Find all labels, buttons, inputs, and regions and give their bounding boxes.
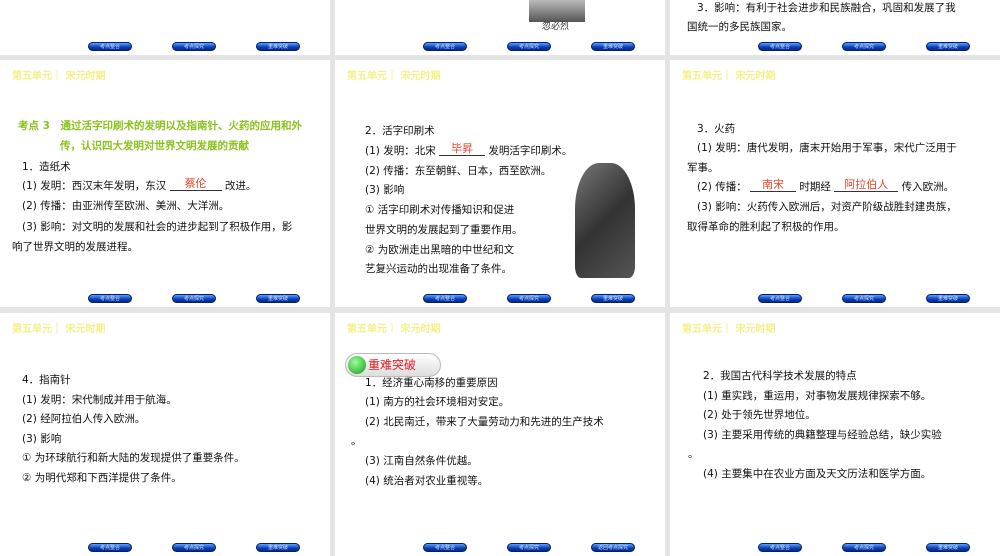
text-line: (3) 影响：对文明的发展和社会的进步起到了积极作用，影 bbox=[22, 221, 293, 233]
text-line: (2) 传播：由亚洲传至欧洲、美洲、大洋洲。 bbox=[22, 200, 230, 212]
nav-button[interactable]: 考点整合 bbox=[423, 42, 467, 51]
text-line: 2．活字印刷术 bbox=[365, 125, 435, 137]
text-line: 4．指南针 bbox=[22, 374, 71, 386]
text-line: (1) 发明：宋代制成并用于航海。 bbox=[22, 394, 177, 406]
nav-button[interactable]: 考点整合 bbox=[423, 543, 467, 552]
text-line: 军事。 bbox=[687, 162, 719, 174]
nav-button[interactable]: 重难突破 bbox=[256, 294, 300, 303]
unit-header: 第五单元｜ 宋元时期 bbox=[682, 324, 776, 335]
unit-header: 第五单元｜ 宋元时期 bbox=[12, 324, 106, 335]
portrait-image bbox=[529, 0, 585, 22]
text-line: ① 活字印刷术对传播知识和促进 bbox=[365, 204, 515, 216]
nav-button[interactable]: 考点探究 bbox=[172, 294, 216, 303]
nav-button[interactable]: 重难突破 bbox=[591, 294, 635, 303]
image-caption: 忽必烈 bbox=[542, 22, 570, 32]
text-line: 3．影响：有利于社会进步和民族融合，巩固和发展了我 bbox=[697, 2, 956, 14]
text-line: (1) 发明：唐代发明，唐末开始用于军事，宋代广泛用于 bbox=[697, 142, 957, 154]
slide-top-mid: 忽必烈 考点整合 考点探究 重难突破 bbox=[335, 0, 665, 55]
nav-button[interactable]: 重难突破 bbox=[591, 42, 635, 51]
nav-button[interactable]: 考点探究 bbox=[172, 543, 216, 552]
text-line: 国统一的多民族国家。 bbox=[687, 21, 792, 33]
text-line: 取得革命的胜利起了积极的作用。 bbox=[687, 221, 845, 233]
text-line: (1) 发明：北宋 毕昇 发明活字印刷术。 bbox=[365, 142, 573, 157]
text-line: ② 为明代郑和下西洋提供了条件。 bbox=[22, 472, 182, 484]
slide-compass: 第五单元｜ 宋元时期 4．指南针 (1) 发明：宋代制成并用于航海。 (2) 经… bbox=[0, 313, 330, 556]
slide-printing: 第五单元｜ 宋元时期 2．活字印刷术 (1) 发明：北宋 毕昇 发明活字印刷术。… bbox=[335, 60, 665, 307]
text-line: 。 bbox=[351, 435, 362, 447]
text-line: (4) 主要集中在农业方面及天文历法和医学方面。 bbox=[703, 468, 932, 480]
text-line: 艺复兴运动的出现准备了条件。 bbox=[365, 263, 512, 275]
section-title: 传，认识四大发明对世界文明发展的贡献 bbox=[60, 140, 249, 152]
text-line: 世界文明的发展起到了重要作用。 bbox=[365, 224, 523, 236]
text-line: (2) 传播：东至朝鲜、日本，西至欧洲。 bbox=[365, 165, 552, 177]
unit-header: 第五单元｜ 宋元时期 bbox=[12, 71, 106, 82]
slide-tech-features: 第五单元｜ 宋元时期 2．我国古代科学技术发展的特点 (1) 重实践，重运用，对… bbox=[670, 313, 1000, 556]
text-line: ① 为环球航行和新大陆的发现提供了重要条件。 bbox=[22, 452, 245, 464]
unit-header: 第五单元｜ 宋元时期 bbox=[347, 324, 441, 335]
nav-button[interactable]: 考点探究 bbox=[842, 294, 886, 303]
text-line: (2) 经阿拉伯人传入欧洲。 bbox=[22, 413, 146, 425]
nav-button[interactable]: 考点整合 bbox=[758, 543, 802, 552]
text-line: (1) 南方的社会环境相对安定。 bbox=[365, 396, 510, 408]
text-line: (2) 北民南迁，带来了大量劳动力和先进的生产技术 bbox=[365, 416, 604, 428]
nav-button[interactable]: 重难突破 bbox=[256, 42, 300, 51]
text-line: (3) 江南自然条件优越。 bbox=[365, 455, 478, 467]
nav-button[interactable]: 考点探究 bbox=[842, 543, 886, 552]
bi-sheng-statue-image bbox=[575, 163, 635, 278]
unit-header: 第五单元｜ 宋元时期 bbox=[347, 71, 441, 82]
text-line: (3) 主要采用传统的典籍整理与经验总结，缺少实验 bbox=[703, 429, 942, 441]
slide-key-difficulties: 第五单元｜ 宋元时期 重难突破 1．经济重心南移的重要原因 (1) 南方的社会环… bbox=[335, 313, 665, 556]
nav-button[interactable]: 重难突破 bbox=[256, 543, 300, 552]
text-line: (3) 影响 bbox=[22, 433, 62, 445]
nav-button[interactable]: 考点整合 bbox=[88, 42, 132, 51]
nav-button[interactable]: 考点探究 bbox=[507, 294, 551, 303]
nav-button[interactable]: 考点整合 bbox=[758, 294, 802, 303]
text-line: 响了世界文明的发展进程。 bbox=[12, 241, 138, 253]
answer-blank: 南宋 bbox=[750, 178, 797, 192]
slide-papermaking: 第五单元｜ 宋元时期 考点 3 通过活字印刷术的发明以及指南针、火药的应用和外 … bbox=[0, 60, 330, 307]
text-line: (2) 处于领先世界地位。 bbox=[703, 409, 816, 421]
text-line: (4) 统治者对农业重视等。 bbox=[365, 475, 489, 487]
slide-top-left: 考点整合 考点探究 重难突破 bbox=[0, 0, 330, 55]
nav-button[interactable]: 重难突破 bbox=[926, 42, 970, 51]
section-title: 考点 3 通过活字印刷术的发明以及指南针、火药的应用和外 bbox=[18, 120, 302, 132]
nav-button[interactable]: 考点整合 bbox=[88, 294, 132, 303]
text-line: (2) 传播： 南宋 时期经 阿拉伯人 传入欧洲。 bbox=[697, 178, 955, 193]
answer-blank: 阿拉伯人 bbox=[834, 178, 899, 192]
nav-button[interactable]: 考点整合 bbox=[758, 42, 802, 51]
text-line: (1) 重实践，重运用，对事物发展规律探索不够。 bbox=[703, 390, 932, 402]
nav-button[interactable]: 返回考点探究 bbox=[591, 543, 635, 552]
answer-blank: 毕昇 bbox=[439, 142, 486, 156]
text-line: (3) 影响：火药传入欧洲后，对资产阶级战胜封建贵族， bbox=[697, 201, 957, 213]
nav-button[interactable]: 考点探究 bbox=[507, 543, 551, 552]
slide-gunpowder: 第五单元｜ 宋元时期 3．火药 (1) 发明：唐代发明，唐末开始用于军事，宋代广… bbox=[670, 60, 1000, 307]
unit-header: 第五单元｜ 宋元时期 bbox=[682, 71, 776, 82]
slide-top-right: 3．影响：有利于社会进步和民族融合，巩固和发展了我 国统一的多民族国家。 考点整… bbox=[670, 0, 1000, 55]
text-line: 。 bbox=[688, 448, 699, 460]
nav-button[interactable]: 考点探究 bbox=[842, 42, 886, 51]
text-line: 2．我国古代科学技术发展的特点 bbox=[703, 370, 857, 382]
text-line: (1) 发明：西汉末年发明，东汉 蔡伦 改进。 bbox=[22, 177, 257, 192]
text-line: 1．经济重心南移的重要原因 bbox=[365, 377, 498, 389]
nav-button[interactable]: 考点探究 bbox=[172, 42, 216, 51]
text-line: ② 为欧洲走出黑暗的中世纪和文 bbox=[365, 244, 515, 256]
nav-button[interactable]: 重难突破 bbox=[926, 294, 970, 303]
nav-button[interactable]: 考点探究 bbox=[507, 42, 551, 51]
badge-label: 重难突破 bbox=[368, 358, 417, 372]
nav-button[interactable]: 重难突破 bbox=[926, 543, 970, 552]
nav-button[interactable]: 考点整合 bbox=[88, 543, 132, 552]
text-line: (3) 影响 bbox=[365, 184, 405, 196]
text-line: 1．造纸术 bbox=[22, 161, 71, 173]
nav-button[interactable]: 考点整合 bbox=[423, 294, 467, 303]
green-dot-icon bbox=[348, 356, 366, 374]
text-line: 3．火药 bbox=[697, 123, 736, 135]
answer-blank: 蔡伦 bbox=[169, 177, 222, 191]
